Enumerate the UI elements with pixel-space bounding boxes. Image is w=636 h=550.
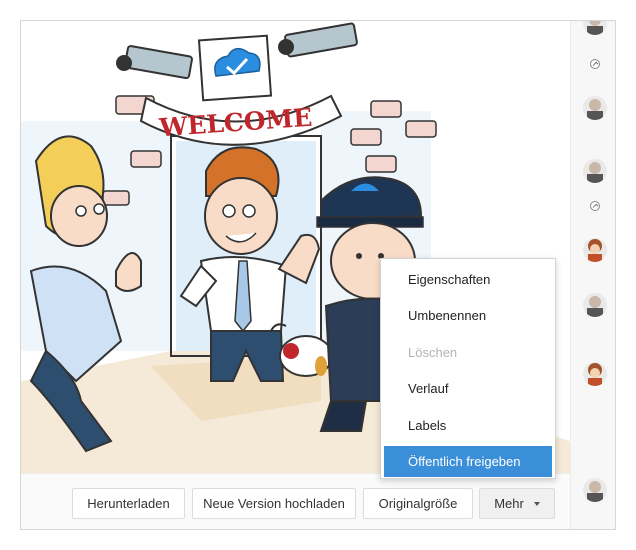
more-button-label: Mehr bbox=[494, 496, 524, 511]
menu-item-share-public[interactable]: Öffentlich freigeben bbox=[384, 446, 552, 477]
menu-item-label: Verlauf bbox=[408, 381, 449, 396]
user-avatar[interactable] bbox=[583, 293, 607, 317]
original-size-button[interactable]: Originalgröße bbox=[363, 488, 473, 519]
upload-new-version-label: Neue Version hochladen bbox=[203, 496, 345, 511]
menu-item-properties[interactable]: Eigenschaften bbox=[384, 264, 552, 295]
upload-new-version-button[interactable]: Neue Version hochladen bbox=[192, 488, 356, 519]
menu-item-history[interactable]: Verlauf bbox=[384, 373, 552, 404]
menu-item-delete: Löschen bbox=[384, 337, 552, 368]
menu-item-rename[interactable]: Umbenennen bbox=[384, 300, 552, 331]
menu-item-label: Eigenschaften bbox=[408, 272, 491, 287]
menu-item-label: Umbenennen bbox=[408, 308, 487, 323]
user-avatar[interactable] bbox=[583, 96, 607, 120]
user-avatar[interactable] bbox=[583, 21, 607, 35]
original-size-label: Originalgröße bbox=[378, 496, 458, 511]
upload-icon bbox=[590, 201, 600, 211]
menu-item-label: Löschen bbox=[408, 345, 458, 360]
logo-sign bbox=[197, 34, 273, 102]
activity-rail bbox=[570, 21, 615, 529]
user-avatar[interactable] bbox=[583, 478, 607, 502]
more-menu: Eigenschaften Umbenennen Löschen Verlauf… bbox=[380, 258, 556, 479]
menu-item-label: Öffentlich freigeben bbox=[408, 454, 521, 469]
user-avatar[interactable] bbox=[583, 362, 607, 386]
download-button[interactable]: Herunterladen bbox=[72, 488, 185, 519]
menu-item-label: Labels bbox=[408, 418, 447, 433]
action-toolbar: Herunterladen Neue Version hochladen Ori… bbox=[21, 473, 570, 529]
menu-item-labels[interactable]: Labels bbox=[384, 410, 552, 441]
more-button[interactable]: Mehr bbox=[479, 488, 555, 519]
chevron-down-icon bbox=[533, 501, 540, 506]
download-button-label: Herunterladen bbox=[87, 496, 170, 511]
user-avatar[interactable] bbox=[583, 159, 607, 183]
user-avatar[interactable] bbox=[583, 238, 607, 262]
upload-icon bbox=[590, 59, 600, 69]
